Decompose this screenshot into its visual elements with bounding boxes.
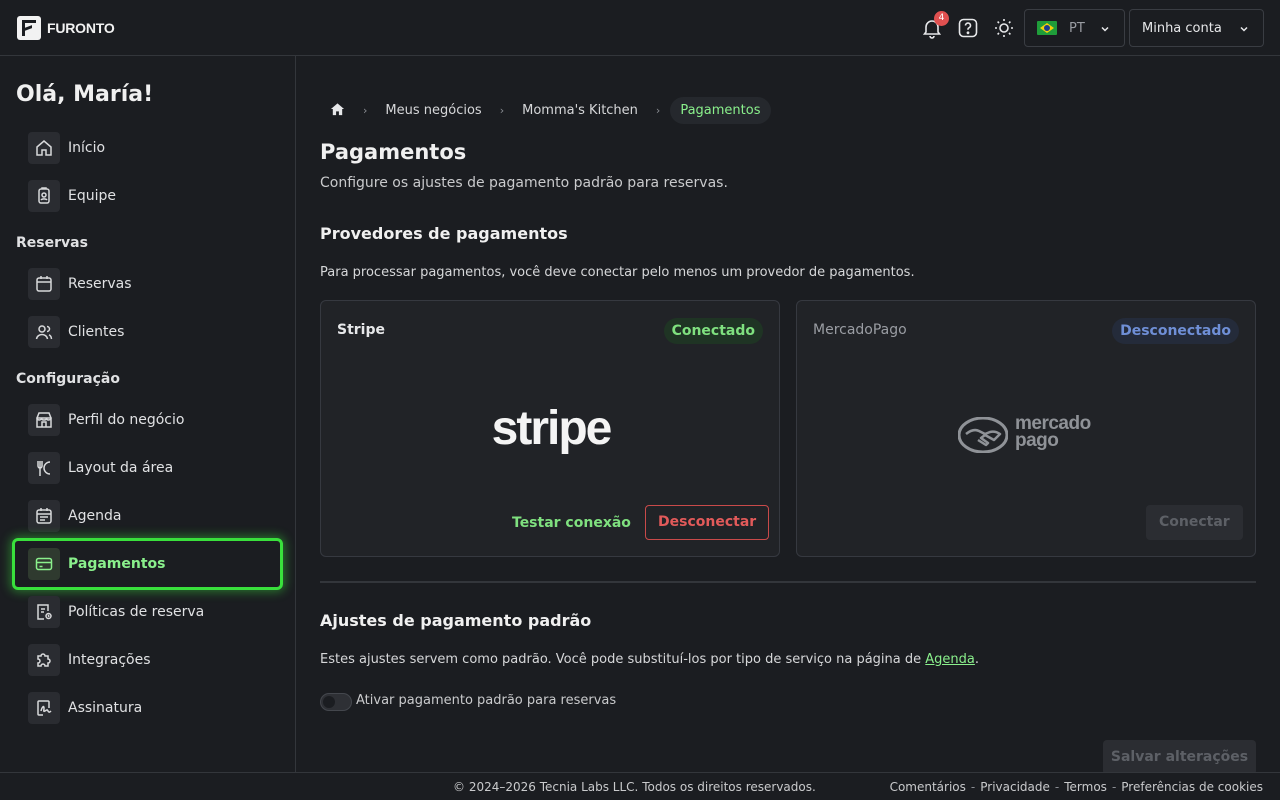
provider-name: MercadoPago (813, 322, 907, 338)
disconnect-button[interactable]: Desconectar (645, 505, 770, 540)
breadcrumb-current: Pagamentos (670, 97, 771, 124)
home-icon (330, 103, 345, 116)
chevron-right-icon: › (655, 104, 661, 117)
providers-description: Para processar pagamentos, você deve con… (320, 265, 915, 280)
sidebar-item-label: Equipe (68, 188, 116, 204)
sidebar-item-label: Perfil do negócio (68, 412, 185, 428)
notifications-button[interactable]: 4 (920, 11, 949, 40)
status-badge: Desconectado (1112, 318, 1239, 344)
section-title-configuracao: Configuração (16, 371, 120, 387)
copyright: © 2024–2026 Tecnia Labs LLC. Todos os di… (453, 780, 816, 794)
credit-card-icon (28, 548, 60, 580)
home-icon (28, 132, 60, 164)
sidebar-item-politicas-de-reserva[interactable]: Políticas de reserva (28, 596, 282, 628)
greeting: Olá, María! (16, 82, 154, 107)
breadcrumb-mommas-kitchen[interactable]: Momma's Kitchen (514, 103, 646, 118)
sidebar-item-perfil-do-negocio[interactable]: Perfil do negócio (28, 404, 282, 436)
agenda-link[interactable]: Agenda (925, 652, 975, 667)
chevron-right-icon: › (499, 104, 505, 117)
sidebar-item-label: Layout da área (68, 460, 174, 476)
sidebar-item-assinatura[interactable]: Assinatura (28, 692, 282, 724)
footer-links: Comentários - Privacidade - Termos - Pre… (890, 780, 1263, 794)
connect-button[interactable]: Conectar (1146, 505, 1243, 540)
sidebar-item-integracoes[interactable]: Integrações (28, 644, 282, 676)
account-label: Minha conta (1142, 20, 1222, 36)
providers-title: Provedores de pagamentos (320, 224, 568, 243)
sidebar-item-inicio[interactable]: Início (28, 132, 282, 164)
footer-separator: - (1054, 780, 1060, 794)
chevron-down-icon (1240, 26, 1248, 32)
language-code: PT (1069, 20, 1085, 36)
footer-link-termos[interactable]: Termos (1064, 780, 1107, 794)
sidebar-item-label: Início (68, 140, 106, 156)
footer-link-comentarios[interactable]: Comentários (890, 780, 966, 794)
footer-link-privacidade[interactable]: Privacidade (980, 780, 1050, 794)
chevron-down-icon (1101, 26, 1109, 32)
store-icon (28, 404, 60, 436)
save-changes-button[interactable]: Salvar alterações (1103, 740, 1256, 775)
top-header: FURONTO 4 PT Minha conta (0, 0, 1280, 56)
default-payment-toggle[interactable] (320, 693, 352, 711)
breadcrumb: › Meus negócios › Momma's Kitchen › Paga… (322, 96, 771, 125)
sidebar: Olá, María! Início Equipe Reservas Reser… (0, 56, 296, 772)
mercadopago-logo: mercado pago (958, 414, 1098, 455)
signature-icon (28, 692, 60, 724)
sidebar-item-equipe[interactable]: Equipe (28, 180, 282, 212)
stripe-provider-card: Stripe Conectado stripe Testar conexão D… (320, 300, 780, 557)
page-title: Pagamentos (320, 140, 467, 164)
sidebar-item-clientes[interactable]: Clientes (28, 316, 282, 348)
default-payment-toggle-label: Ativar pagamento padrão para reservas (356, 693, 617, 708)
sidebar-item-agenda[interactable]: Agenda (28, 500, 282, 532)
app-logo[interactable]: FURONTO (17, 16, 115, 40)
sidebar-item-label: Pagamentos (68, 556, 166, 572)
status-badge: Conectado (663, 318, 763, 344)
users-icon (28, 316, 60, 348)
section-title-reservas: Reservas (16, 235, 88, 251)
footer-separator: - (1111, 780, 1117, 794)
account-menu-button[interactable]: Minha conta (1129, 9, 1264, 47)
stripe-logo: stripe (491, 402, 613, 455)
defaults-description: Estes ajustes servem como padrão. Você p… (320, 652, 979, 667)
footer-link-cookies[interactable]: Preferências de cookies (1121, 780, 1263, 794)
help-button[interactable] (956, 16, 980, 40)
section-divider (320, 581, 1256, 583)
page-subtitle: Configure os ajustes de pagamento padrão… (320, 175, 728, 191)
sidebar-item-label: Políticas de reserva (68, 604, 205, 620)
id-badge-icon (28, 180, 60, 212)
sidebar-item-reservas[interactable]: Reservas (28, 268, 282, 300)
defaults-description-suffix: . (974, 652, 980, 667)
sidebar-item-label: Reservas (68, 276, 132, 292)
calendar-icon (28, 268, 60, 300)
sidebar-item-label: Clientes (68, 324, 125, 340)
utensils-icon (28, 452, 60, 484)
sidebar-item-label: Agenda (68, 508, 122, 524)
language-selector[interactable]: PT (1024, 9, 1125, 47)
sidebar-item-label: Assinatura (68, 700, 143, 716)
defaults-description-text: Estes ajustes servem como padrão. Você p… (320, 652, 926, 667)
sidebar-item-layout-da-area[interactable]: Layout da área (28, 452, 282, 484)
logo-mark-icon (17, 16, 41, 40)
logo-text: FURONTO (47, 20, 115, 36)
mercadopago-logo-line2: pago (1015, 430, 1059, 451)
footer-separator: - (970, 780, 976, 794)
policy-icon (28, 596, 60, 628)
sidebar-item-pagamentos[interactable]: Pagamentos (12, 538, 283, 590)
sidebar-item-label: Integrações (68, 652, 151, 668)
test-connection-button[interactable]: Testar conexão (512, 515, 631, 531)
breadcrumb-home[interactable] (322, 102, 353, 119)
defaults-title: Ajustes de pagamento padrão (320, 611, 592, 630)
sun-icon (995, 19, 1013, 37)
chevron-right-icon: › (363, 104, 368, 117)
handshake-icon (958, 417, 1008, 453)
theme-toggle-button[interactable] (992, 16, 1016, 40)
brazil-flag-icon (1037, 21, 1057, 35)
footer: © 2024–2026 Tecnia Labs LLC. Todos os di… (0, 772, 1280, 800)
mercadopago-provider-card: MercadoPago Desconectado mercado pago Co… (796, 300, 1256, 557)
schedule-icon (28, 500, 60, 532)
notifications-badge: 4 (934, 11, 949, 26)
breadcrumb-meus-negocios[interactable]: Meus negócios (377, 103, 489, 118)
provider-name: Stripe (337, 322, 385, 338)
help-icon (958, 18, 978, 38)
puzzle-icon (28, 644, 60, 676)
